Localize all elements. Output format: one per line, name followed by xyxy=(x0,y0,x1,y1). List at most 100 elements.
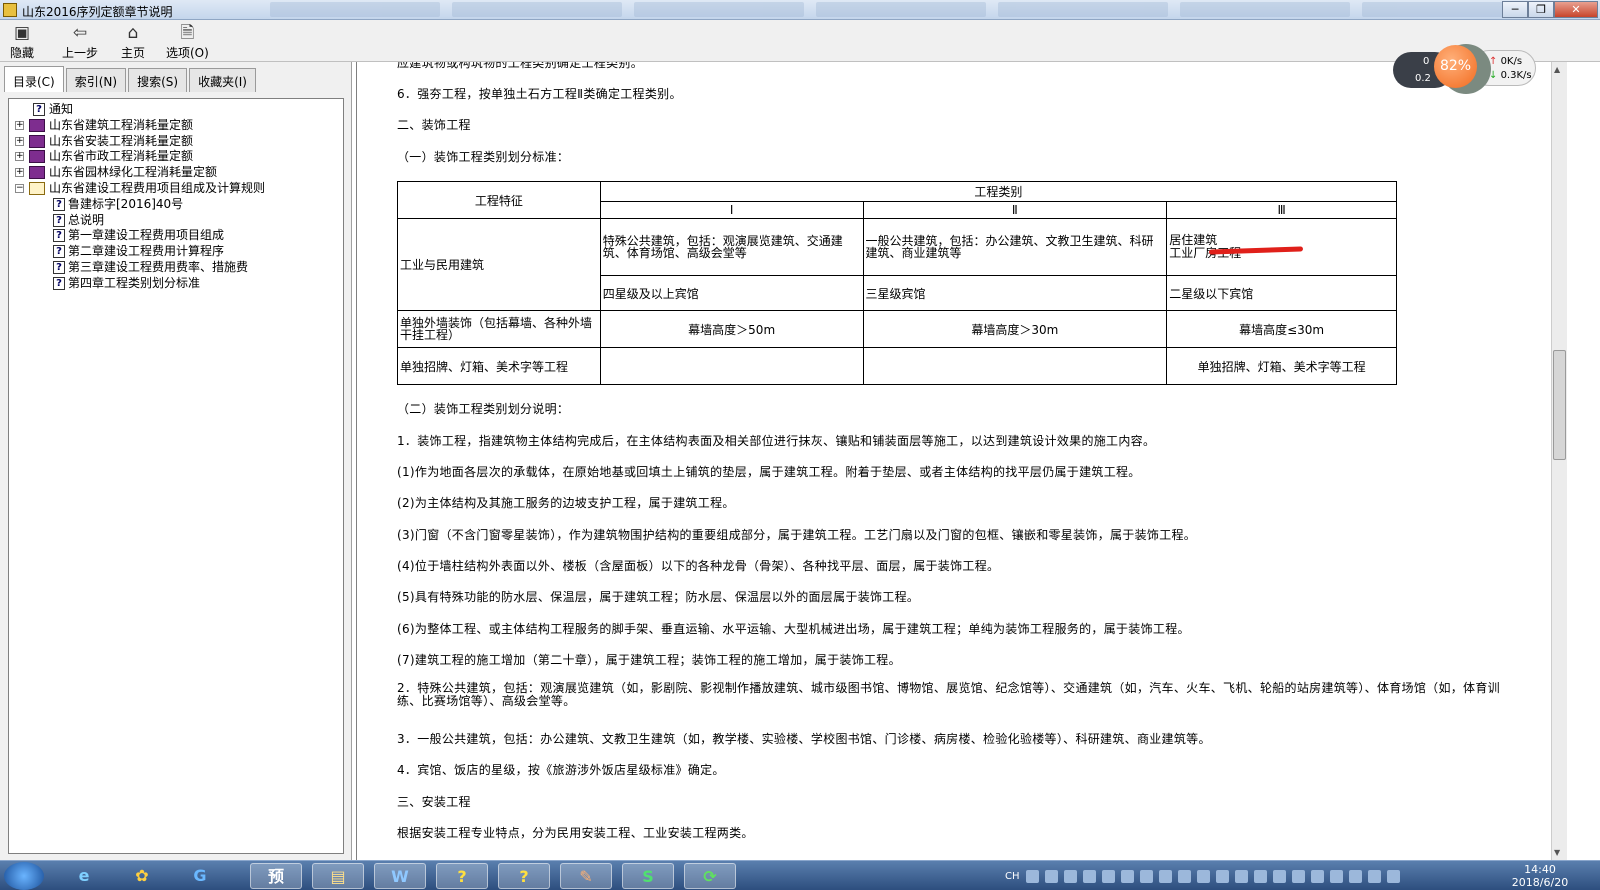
clock[interactable]: 14:40 2018/6/20 xyxy=(1510,863,1570,889)
tree-item[interactable]: ? 第三章建设工程费用费率、措施费 xyxy=(9,260,343,276)
spreadsheet-icon[interactable]: S xyxy=(622,863,674,889)
tree-item[interactable]: ? 鲁建标字[2016]40号 xyxy=(9,197,343,213)
book-open-icon xyxy=(29,181,45,195)
upload-arrow-icon: ↑ xyxy=(1489,56,1501,67)
tree-item[interactable]: + 山东省园林绿化工程消耗量定额 xyxy=(9,165,343,181)
tree-item-selected[interactable]: ? 第四章工程类别划分标准 xyxy=(9,276,343,292)
table-cell: 幕墙高度＞50m xyxy=(599,310,864,348)
tree-item[interactable]: + 山东省安装工程消耗量定额 xyxy=(9,134,343,150)
ie-icon[interactable]: e xyxy=(58,863,110,889)
display-icon[interactable] xyxy=(1386,869,1400,883)
photo-app-icon[interactable]: ✿ xyxy=(116,863,168,889)
battery-icon[interactable] xyxy=(1101,869,1115,883)
memory-usage-ball[interactable]: 82% xyxy=(1434,45,1477,88)
tray-app-icon[interactable] xyxy=(1329,869,1343,883)
nav-tabs: 目录(C) 索引(N) 搜索(S) 收藏夹(I) xyxy=(4,66,258,92)
tray-app-icon[interactable] xyxy=(1139,869,1153,883)
expand-plus-icon[interactable]: + xyxy=(15,152,24,162)
editor-icon[interactable]: ✎ xyxy=(560,863,612,889)
download-speed-value: 0.3K/s xyxy=(1500,70,1532,81)
collapse-minus-icon[interactable]: − xyxy=(15,183,24,193)
table-cell: 单独外墙装饰（包括幕墙、各种外墙干挂工程） xyxy=(397,310,601,348)
shield-icon[interactable] xyxy=(1158,869,1172,883)
close-button[interactable]: ✕ xyxy=(1554,1,1598,18)
tray-app-icon[interactable] xyxy=(1196,869,1210,883)
options-button[interactable]: 🗎 选项(O) xyxy=(166,23,209,61)
tree-item[interactable]: − 山东省建设工程费用项目组成及计算规则 xyxy=(9,181,343,197)
tree-item[interactable]: ? 总说明 xyxy=(9,213,343,229)
table-header-category: 工程类别 xyxy=(599,181,1398,202)
chat-icon[interactable] xyxy=(1234,869,1248,883)
table-cell: 幕墙高度＞30m xyxy=(862,310,1168,348)
hide-label: 隐藏 xyxy=(10,46,35,60)
section-heading: 二、装饰工程 xyxy=(397,118,471,132)
tree-item[interactable]: + 山东省建筑工程消耗量定额 xyxy=(9,118,343,134)
speed-widget-value: 0 xyxy=(1423,56,1430,67)
table-cell: 幕墙高度≤30m xyxy=(1166,310,1397,348)
word-icon[interactable]: W xyxy=(374,863,426,889)
qq-icon[interactable] xyxy=(1367,869,1381,883)
help-page-icon: ? xyxy=(53,197,65,211)
table-cell: 一般公共建筑，包括：办公建筑、文教卫生建筑、科研建筑、商业建筑等 xyxy=(862,218,1168,276)
tab-search[interactable]: 搜索(S) xyxy=(128,68,188,92)
tray-app-icon[interactable] xyxy=(1253,869,1267,883)
home-button[interactable]: ⌂ 主页 xyxy=(121,23,145,61)
minimize-button[interactable]: ─ xyxy=(1502,1,1528,18)
restore-button[interactable]: ❐ xyxy=(1528,1,1554,18)
tray-app-icon[interactable] xyxy=(1120,869,1134,883)
table-cell: 四星级及以上宾馆 xyxy=(599,275,864,311)
table-header-II: Ⅱ xyxy=(862,201,1168,219)
paragraph: 根据安装工程专业特点，分为民用安装工程、工业安装工程两类。 xyxy=(397,826,754,840)
speed-widget[interactable]: 0 0.2 82% ↑ 0K/s ↓ 0.3K/s xyxy=(1393,44,1536,94)
window-title: 山东2016序列定额章节说明 xyxy=(22,5,173,19)
tree-item[interactable]: ? 第一章建设工程费用项目组成 xyxy=(9,228,343,244)
window-edge xyxy=(1567,62,1600,860)
paragraph: 1．装饰工程，指建筑物主体结构完成后，在主体结构表面及相关部位进行抹灰、镶贴和铺… xyxy=(397,434,1156,448)
keyboard-icon[interactable] xyxy=(1025,869,1039,883)
tree-item[interactable]: ? 第二章建设工程费用计算程序 xyxy=(9,244,343,260)
tray-app-icon[interactable] xyxy=(1215,869,1229,883)
scroll-down-icon[interactable]: ▼ xyxy=(1554,848,1560,857)
expand-plus-icon[interactable]: + xyxy=(15,120,24,130)
paragraph: 2．特殊公共建筑，包括：观演展览建筑（如，影剧院、影视制作播放建筑、城市级图书馆… xyxy=(397,681,1500,708)
back-button[interactable]: ⇦ 上一步 xyxy=(62,23,98,61)
scroll-up-icon[interactable]: ▲ xyxy=(1554,65,1560,74)
expand-plus-icon[interactable]: + xyxy=(15,168,24,178)
volume-icon[interactable] xyxy=(1310,869,1324,883)
upload-speed-value: 0K/s xyxy=(1500,56,1523,67)
table-header-feature: 工程特征 xyxy=(397,181,601,219)
tree-item[interactable]: + 山东省市政工程消耗量定额 xyxy=(9,149,343,165)
clock-date: 2018/6/20 xyxy=(1511,876,1569,889)
start-button[interactable] xyxy=(4,862,44,890)
vertical-scrollbar[interactable]: ▲ ▼ xyxy=(1551,62,1567,860)
settings-icon[interactable] xyxy=(1063,869,1077,883)
preview-app-icon[interactable]: 预 xyxy=(250,863,302,889)
help-file-icon[interactable]: ? xyxy=(498,863,550,889)
expand-plus-icon[interactable]: + xyxy=(15,136,24,146)
tab-favorites[interactable]: 收藏夹(I) xyxy=(189,68,256,92)
sync-app-icon[interactable]: ⟳ xyxy=(684,863,736,889)
cut-off-line: 应建筑物或构筑物的工程类别确定工程类别。 xyxy=(397,62,644,70)
tray-app-icon[interactable] xyxy=(1348,869,1362,883)
hide-button[interactable]: ▣ 隐藏 xyxy=(10,23,34,61)
tray-app-icon[interactable] xyxy=(1291,869,1305,883)
tab-index[interactable]: 索引(N) xyxy=(65,68,127,92)
contents-tree: ? 通知 + 山东省建筑工程消耗量定额 + 山东省安装工程消耗量定额 + 山东省… xyxy=(8,98,344,854)
paragraph: (4)位于墙柱结构外表面以外、楼板（含屋面板）以下的各种龙骨（骨架）、各种找平层… xyxy=(397,559,1000,573)
browser-g-icon[interactable]: G xyxy=(174,863,226,889)
tree-item[interactable]: ? 通知 xyxy=(9,102,343,118)
back-label: 上一步 xyxy=(62,46,99,60)
paragraph: (6)为整体工程、或主体结构工程服务的脚手架、垂直运输、水平运输、大型机械进出场… xyxy=(397,622,1190,636)
tray-app-icon[interactable] xyxy=(1272,869,1286,883)
scrollbar-thumb[interactable] xyxy=(1553,350,1566,460)
options-label: 选项(O) xyxy=(166,46,209,60)
help-icon[interactable] xyxy=(1044,869,1058,883)
folder-icon[interactable]: ▤ xyxy=(312,863,364,889)
tray-app-icon[interactable] xyxy=(1177,869,1191,883)
section-heading: 三、安装工程 xyxy=(397,795,471,809)
network-icon[interactable] xyxy=(1082,869,1096,883)
table-cell-empty xyxy=(599,347,864,385)
help-file-icon[interactable]: ? xyxy=(436,863,488,889)
tab-contents[interactable]: 目录(C) xyxy=(4,66,64,92)
language-indicator[interactable]: CH xyxy=(1005,871,1020,882)
